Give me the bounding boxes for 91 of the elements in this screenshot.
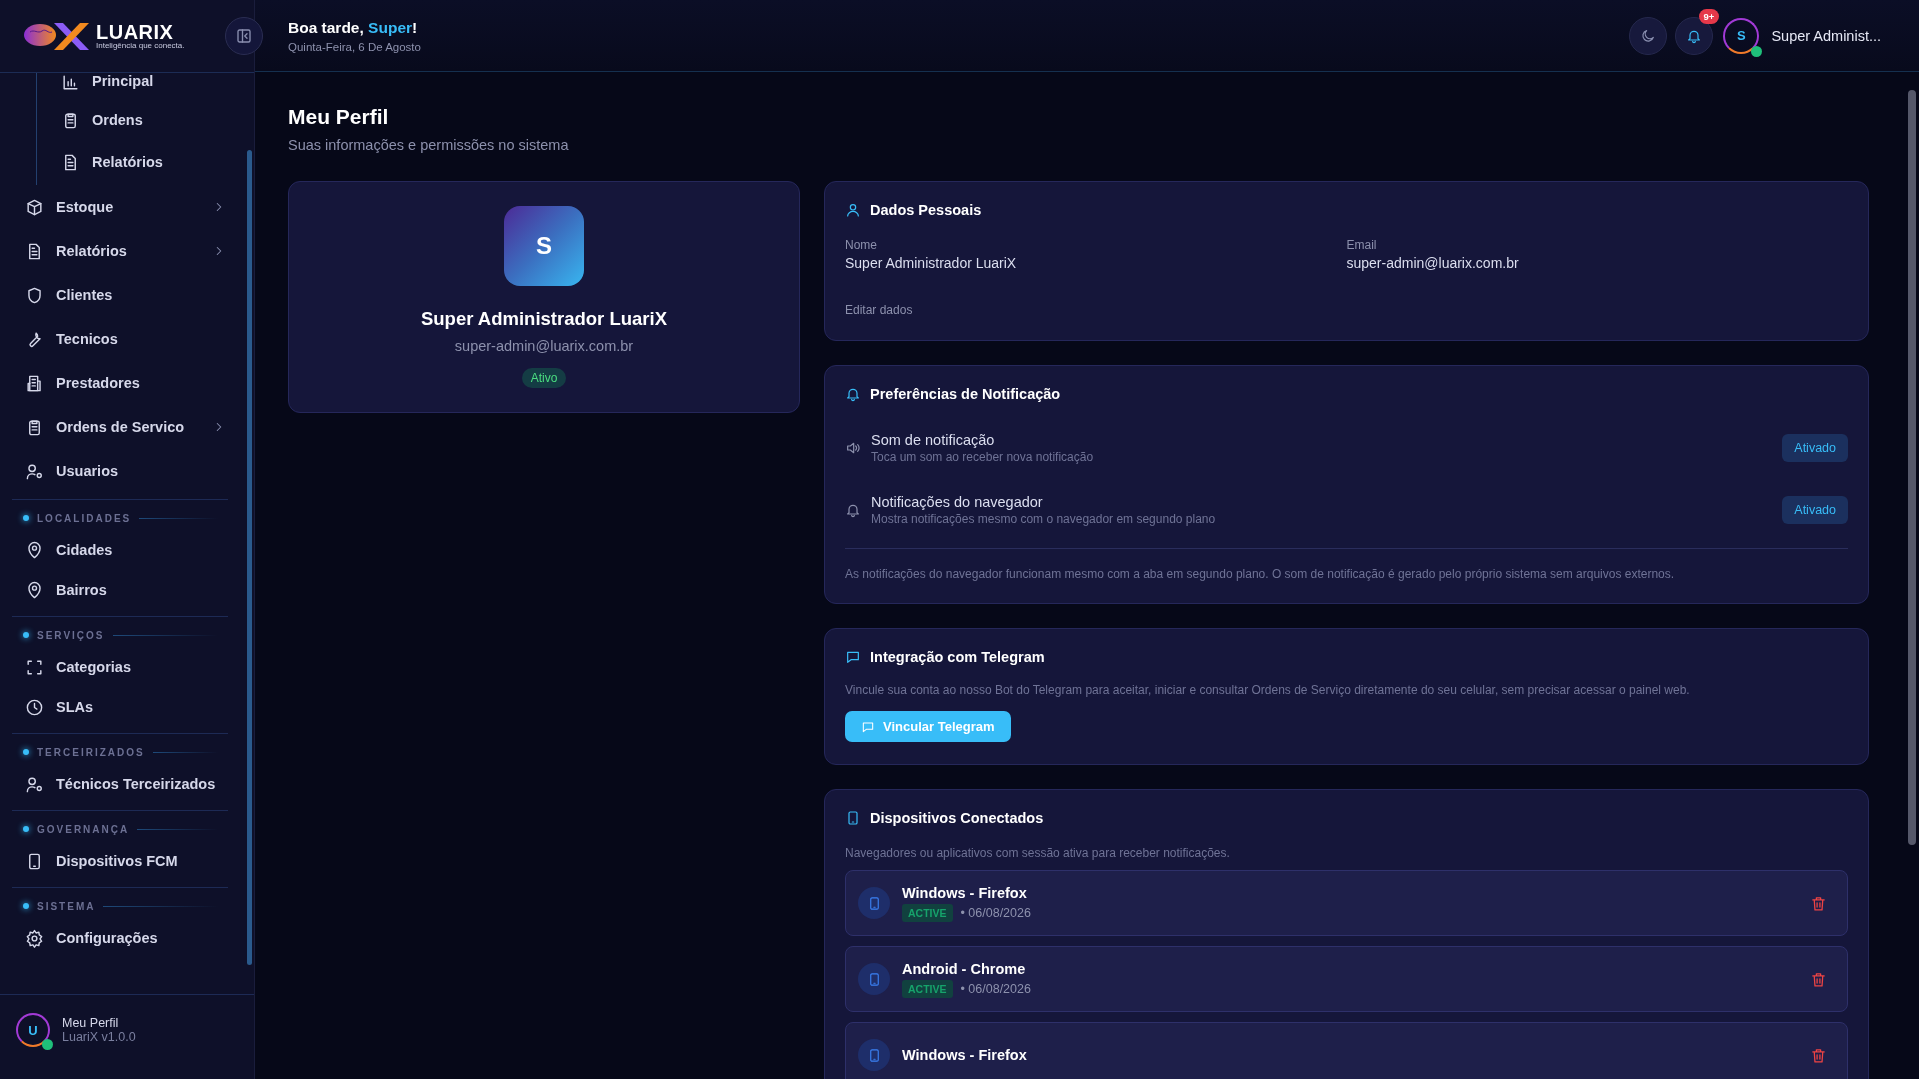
map-pin-icon bbox=[25, 540, 44, 560]
page-subtitle: Suas informações e permissões no sistema bbox=[288, 137, 570, 153]
status-badge: ACTIVE bbox=[902, 979, 953, 998]
online-status-dot bbox=[1751, 45, 1763, 57]
scrollbar-thumb[interactable] bbox=[247, 150, 252, 965]
option-description: Mostra notificações mesmo com o navegador em segundo plano bbox=[871, 512, 1217, 526]
section-heading: SISTEMA bbox=[37, 900, 96, 912]
sidebar-item[interactable]: Principal bbox=[61, 73, 240, 99]
notification-bell-icon bbox=[845, 386, 861, 402]
device-name: Windows - Firefox bbox=[902, 1047, 1028, 1063]
section-heading: LOCALIDADES bbox=[37, 512, 132, 524]
devices-description: Navegadores ou aplicativos com sessão ativa para receber notificações. bbox=[845, 846, 1231, 860]
edit-data-link[interactable]: Editar dados bbox=[845, 303, 913, 317]
scan-frame-icon bbox=[25, 657, 44, 677]
theme-toggle-button[interactable] bbox=[1629, 16, 1668, 55]
moon-icon bbox=[1640, 27, 1657, 44]
map-pin-icon bbox=[25, 580, 44, 600]
device-date: • 06/08/2026 bbox=[960, 905, 1031, 920]
profile-name: Super Administrador LuariX bbox=[421, 308, 667, 330]
building-icon bbox=[25, 373, 44, 393]
device-name: Android - Chrome bbox=[902, 960, 1027, 977]
info-note: As notificações do navegador funcionam mesmo com a aba em segundo plano. O som de notificação é gerado pelo próprio sistema sem arquivos externos. bbox=[845, 548, 1848, 581]
card-title: Dispositivos Conectados bbox=[870, 810, 1044, 826]
notifications-button[interactable] bbox=[1675, 16, 1714, 55]
sidebar-item[interactable]: Tecnicos bbox=[0, 317, 240, 361]
option-title: Som de notificação bbox=[871, 432, 996, 448]
page-title: Meu Perfil bbox=[288, 105, 390, 129]
delete-icon[interactable] bbox=[1810, 1046, 1827, 1064]
profile-email: super-admin@luarix.com.br bbox=[454, 338, 634, 354]
sidebar-item[interactable]: Dispositivos FCM bbox=[0, 841, 240, 881]
sidebar-item[interactable]: Usuarios bbox=[0, 449, 240, 493]
sidebar-item[interactable]: Clientes bbox=[0, 273, 240, 317]
delete-icon[interactable] bbox=[1810, 970, 1827, 988]
card-title: Dados Pessoais bbox=[870, 202, 982, 218]
notification-count-badge: 9+ bbox=[1698, 8, 1720, 24]
scrollbar-thumb[interactable] bbox=[1908, 90, 1916, 845]
version-label: LuariX v1.0.0 bbox=[62, 1030, 136, 1044]
sidebar-item[interactable]: Bairros bbox=[0, 570, 240, 610]
sidebar-item[interactable]: Prestadores bbox=[0, 361, 240, 405]
user-icon bbox=[845, 202, 861, 218]
section-heading: SERVIÇOS bbox=[37, 629, 105, 641]
box-icon bbox=[25, 197, 44, 217]
current-date: Quinta-Feira, 6 De Agosto bbox=[288, 40, 421, 53]
field-label: Nome bbox=[845, 238, 878, 252]
status-badge: ACTIVE bbox=[902, 903, 953, 922]
section-heading: GOVERNANÇA bbox=[37, 823, 130, 835]
sidebar-item[interactable]: Técnicos Terceirizados bbox=[0, 764, 240, 804]
speaker-icon bbox=[845, 440, 861, 456]
section-heading: TERCEIRIZADOS bbox=[37, 746, 145, 758]
phone-icon bbox=[845, 810, 861, 826]
user-avatar[interactable]: U bbox=[16, 1013, 50, 1047]
card-title: Integração com Telegram bbox=[870, 649, 1045, 665]
enabled-toggle-button[interactable]: Ativado bbox=[1782, 434, 1848, 462]
logo-tagline: Inteligência que conecta. bbox=[96, 42, 185, 50]
status-badge: Ativo bbox=[521, 368, 567, 388]
sidebar-item[interactable]: SLAs bbox=[0, 687, 240, 727]
option-title: Notificações do navegador bbox=[871, 494, 1044, 510]
collapse-sidebar-button[interactable] bbox=[224, 17, 263, 55]
device-date: • 06/08/2026 bbox=[960, 981, 1031, 996]
user-avatar[interactable]: S bbox=[1723, 17, 1760, 54]
sidebar-item[interactable]: Relatórios bbox=[61, 141, 240, 183]
settings-icon bbox=[25, 928, 44, 948]
sidebar-item[interactable]: Categorias bbox=[0, 647, 240, 687]
field-label: Email bbox=[1346, 238, 1378, 252]
option-description: Toca um som ao receber nova notificação bbox=[871, 450, 1095, 464]
shield-icon bbox=[25, 285, 44, 305]
greeting: Boa tarde, Super! bbox=[288, 18, 419, 37]
sidebar-item[interactable]: Cidades bbox=[0, 530, 240, 570]
card-title: Preferências de Notificação bbox=[870, 386, 1061, 402]
sidebar-panel-icon bbox=[234, 27, 253, 45]
field-value: Super Administrador LuariX bbox=[845, 255, 1018, 271]
user-menu[interactable]: Super Administ... bbox=[1771, 27, 1881, 44]
delete-icon[interactable] bbox=[1810, 894, 1827, 912]
notification-bell-icon bbox=[845, 502, 861, 518]
sidebar-item[interactable]: Relatórios bbox=[0, 229, 240, 273]
profile-avatar: S bbox=[504, 206, 584, 286]
profile-link[interactable]: Meu Perfil bbox=[62, 1016, 136, 1030]
chat-bubble-icon bbox=[845, 649, 861, 665]
logo-wordmark: LUARIX bbox=[96, 22, 175, 42]
device-name: Windows - Firefox bbox=[902, 884, 1028, 901]
enabled-toggle-button[interactable]: Ativado bbox=[1782, 496, 1848, 524]
online-status-dot bbox=[42, 1039, 53, 1050]
field-value: super-admin@luarix.com.br bbox=[1346, 255, 1520, 271]
bar-chart-icon bbox=[61, 73, 80, 92]
sidebar-item[interactable]: Estoque bbox=[0, 185, 240, 229]
chat-bubble-icon bbox=[861, 719, 875, 734]
telegram-description: Vincule sua conta ao nosso Bot do Telegram para aceitar, iniciar e consultar Ordens de Serviço diretamente do seu celular, sem precisar acessar o painel web. bbox=[845, 683, 1691, 697]
clock-icon bbox=[25, 697, 44, 717]
sidebar-item[interactable]: Ordens bbox=[61, 99, 240, 141]
sidebar-item[interactable]: Configurações bbox=[0, 918, 240, 958]
sidebar-item[interactable]: Ordens de Servico bbox=[0, 405, 240, 449]
